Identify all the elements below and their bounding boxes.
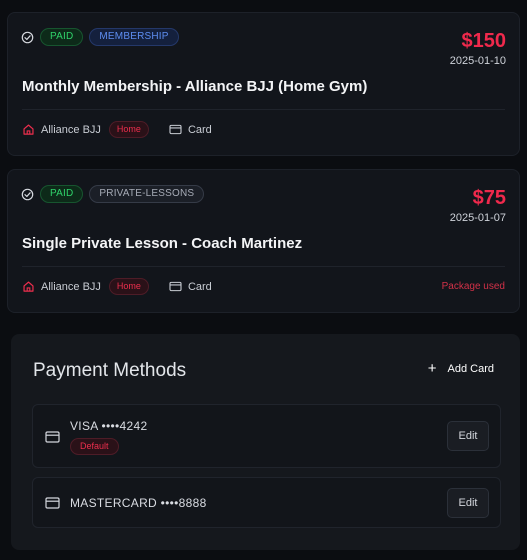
payment-date: 2025-01-07 [449, 212, 506, 224]
gym-name: Alliance BJJ [41, 123, 101, 136]
payment-card[interactable]: PAID MEMBERSHIP $150 2025-01-10 Monthly … [7, 12, 520, 156]
payment-method-label: Card [187, 280, 212, 293]
card-label: VISA ••••4242 [70, 419, 148, 433]
divider [22, 109, 505, 110]
payment-title: Monthly Membership - Alliance BJJ (Home … [22, 78, 368, 95]
card-label: MASTERCARD ••••8888 [70, 496, 207, 510]
status-badge: PAID [40, 28, 84, 46]
package-status: Package used [441, 281, 505, 292]
credit-card-icon [45, 430, 60, 448]
check-circle-icon [21, 31, 34, 44]
edit-button[interactable]: Edit [447, 421, 489, 451]
payment-amount: $150 [461, 30, 507, 52]
payment-date: 2025-01-10 [449, 55, 506, 67]
payment-method-item[interactable]: MASTERCARD ••••8888 Edit [32, 477, 501, 528]
home-icon [22, 280, 35, 293]
payment-badges: PAID MEMBERSHIP [21, 28, 179, 46]
add-card-label: Add Card [447, 362, 494, 375]
payment-title: Single Private Lesson - Coach Martinez [22, 235, 303, 252]
section-title: Payment Methods [33, 360, 187, 381]
divider [22, 266, 505, 267]
check-circle-icon [21, 188, 34, 201]
plus-icon: + [427, 360, 437, 377]
home-icon [22, 123, 35, 136]
payment-meta: Alliance BJJ Home Card [22, 121, 212, 138]
status-badge: PAID [40, 185, 84, 203]
payment-amount: $75 [472, 187, 506, 209]
payment-methods-panel: Payment Methods + Add Card VISA ••••4242… [11, 334, 520, 550]
home-gym-tag: Home [108, 121, 149, 138]
category-badge: MEMBERSHIP [89, 28, 179, 46]
payment-card[interactable]: PAID PRIVATE-LESSONS $75 2025-01-07 Sing… [7, 169, 520, 313]
credit-card-icon [169, 281, 182, 292]
credit-card-icon [45, 496, 60, 514]
payment-method-label: Card [187, 123, 212, 136]
payment-meta: Alliance BJJ Home Card [22, 278, 212, 295]
payment-method-item[interactable]: VISA ••••4242 Default Edit [32, 404, 501, 468]
default-badge: Default [70, 438, 119, 455]
payment-badges: PAID PRIVATE-LESSONS [21, 185, 205, 203]
credit-card-icon [169, 124, 182, 135]
add-card-button[interactable]: + Add Card [428, 361, 494, 376]
edit-button[interactable]: Edit [447, 488, 489, 518]
home-gym-tag: Home [108, 278, 149, 295]
gym-name: Alliance BJJ [41, 280, 101, 293]
category-badge: PRIVATE-LESSONS [89, 185, 205, 203]
